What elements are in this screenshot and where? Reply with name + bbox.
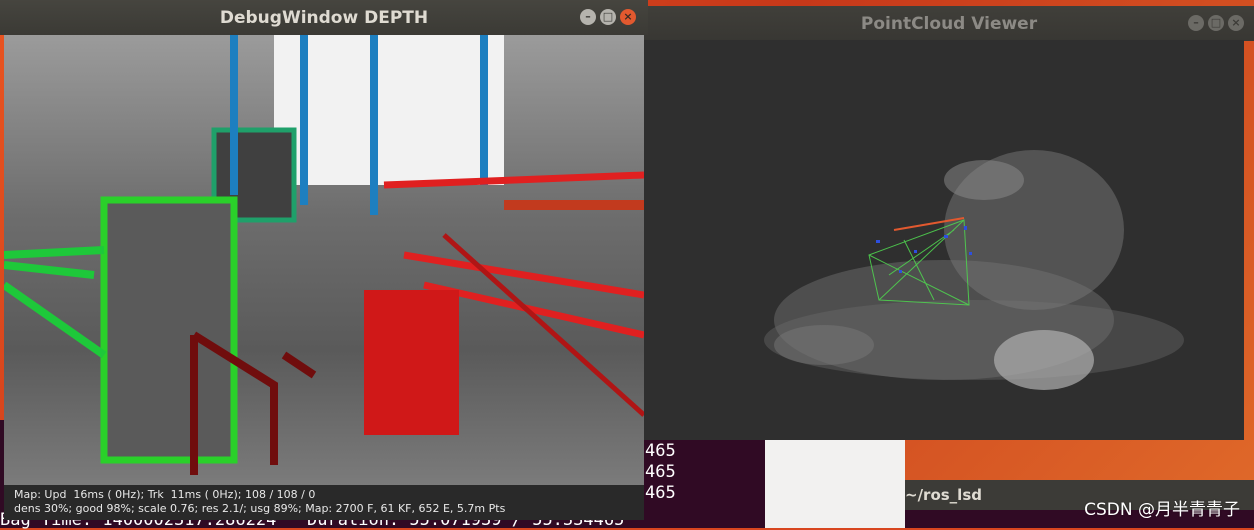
close-button[interactable]: × [620,9,636,25]
terminal-line: 465 [645,441,676,461]
depth-title: DebugWindow DEPTH [219,8,429,28]
pointcloud-render [764,150,1184,390]
terminal-2-title: ~/ros_lsd [905,486,982,504]
terminal-line: 465 [645,483,676,503]
depth-status-line: dens 30%; good 98%; scale 0.76; res 2.1/… [14,502,506,515]
depth-titlebar[interactable]: DebugWindow DEPTH – □ × [0,0,648,35]
maximize-button[interactable]: □ [1208,15,1224,31]
watermark: CSDN @月半青青子 [1084,500,1240,520]
depth-status-bar: Map: Upd 16ms ( 0Hz); Trk 11ms ( 0Hz); 1… [4,485,644,520]
background-panel [765,440,905,528]
pointcloud-titlebar[interactable]: PointCloud Viewer – □ × [644,6,1254,41]
close-button[interactable]: × [1228,15,1244,31]
depth-status-line: Map: Upd 16ms ( 0Hz); Trk 11ms ( 0Hz); 1… [14,488,316,501]
minimize-button[interactable]: – [580,9,596,25]
pointcloud-viewport[interactable] [644,40,1244,440]
pointcloud-title: PointCloud Viewer [860,14,1038,34]
minimize-button[interactable]: – [1188,15,1204,31]
terminal-line: 465 [645,462,676,482]
depth-image [4,35,644,485]
depth-render [4,35,644,475]
maximize-button[interactable]: □ [600,9,616,25]
